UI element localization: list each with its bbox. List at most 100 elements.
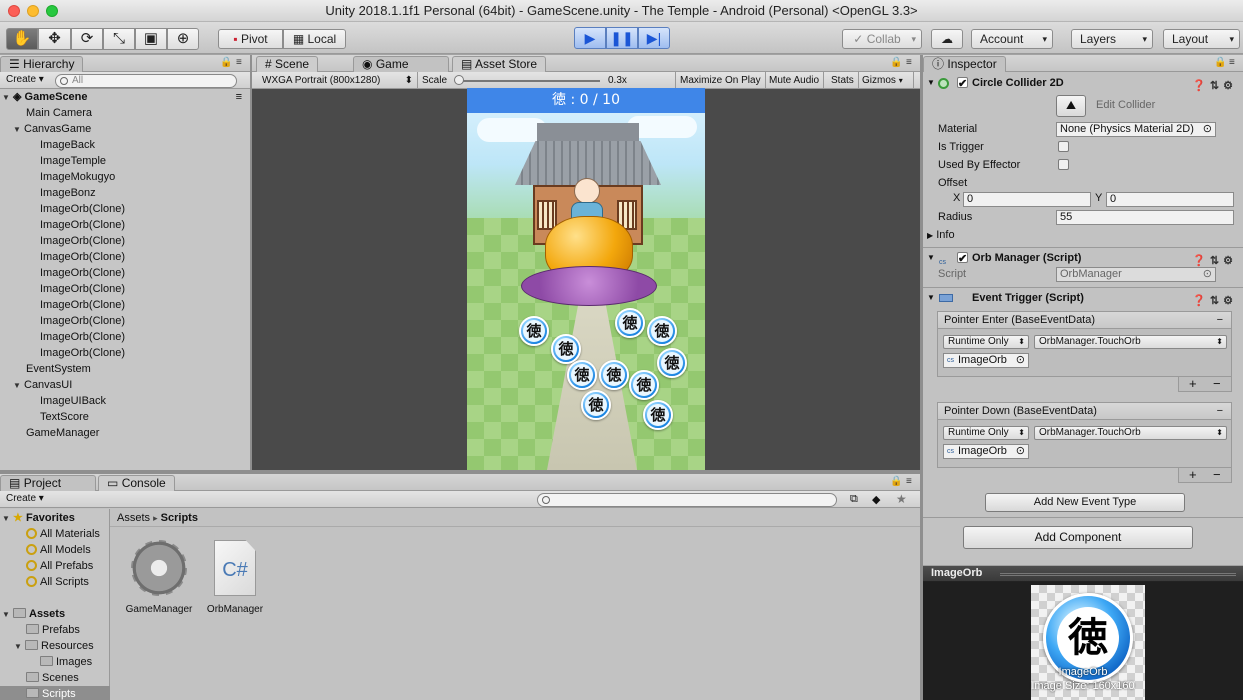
favorites-header[interactable]: ▼ ★ Favorites: [0, 510, 110, 526]
add-component-button[interactable]: Add Component: [963, 526, 1193, 549]
hierarchy-item[interactable]: ImageOrb(Clone): [0, 201, 248, 217]
scale-slider-handle[interactable]: [454, 75, 464, 85]
favorite-star-icon[interactable]: ★: [896, 492, 907, 506]
transform-tool-icon[interactable]: ⊕: [167, 28, 199, 50]
tab-console[interactable]: ▭ Console: [98, 475, 175, 491]
orb-button[interactable]: 徳: [599, 360, 629, 390]
project-menu-icon[interactable]: ≡: [906, 476, 912, 487]
hand-tool-icon[interactable]: ✋: [6, 28, 38, 50]
runtime-dropdown[interactable]: Runtime Only: [943, 426, 1029, 440]
gear-icon[interactable]: ⚙: [1223, 80, 1237, 92]
asset-folder-item[interactable]: Scripts: [0, 686, 110, 700]
hierarchy-item[interactable]: ImageOrb(Clone): [0, 233, 248, 249]
scene-root[interactable]: ▼ ◈ GameScene ≡: [0, 89, 248, 105]
used-by-effector-checkbox[interactable]: [1058, 159, 1069, 170]
hierarchy-item[interactable]: ImageOrb(Clone): [0, 345, 248, 361]
object-picker-icon[interactable]: ⊙: [1203, 123, 1212, 136]
hierarchy-item[interactable]: TextScore: [0, 409, 248, 425]
collab-dropdown[interactable]: ✓ Collab: [842, 29, 922, 49]
asset-folder-item[interactable]: Prefabs: [0, 622, 110, 638]
inspector-menu-icon[interactable]: ≡: [1229, 57, 1235, 68]
expand-arrow-icon[interactable]: ▼: [13, 122, 24, 138]
add-listener-icon[interactable]: +: [1189, 377, 1197, 391]
edit-collider-icon[interactable]: ⛰: [1056, 95, 1086, 117]
pivot-button[interactable]: ▪ Pivot: [218, 29, 283, 49]
orb-manager-enabled-checkbox[interactable]: ✔: [957, 252, 968, 265]
hierarchy-item[interactable]: ▼ CanvasUI: [0, 377, 248, 393]
splitter[interactable]: [0, 470, 920, 474]
hierarchy-item[interactable]: ImageUIBack: [0, 393, 248, 409]
orb-button[interactable]: 徳: [643, 400, 673, 430]
object-picker-icon[interactable]: ⊙: [1016, 445, 1025, 458]
project-search-input[interactable]: [537, 493, 837, 507]
filter-label-icon[interactable]: ◆: [872, 493, 880, 506]
tab-asset-store[interactable]: ▤ Asset Store: [452, 56, 547, 72]
favorite-item[interactable]: All Materials: [0, 526, 110, 542]
material-field[interactable]: None (Physics Material 2D) ⊙: [1056, 122, 1216, 137]
hierarchy-item[interactable]: ImageMokugyo: [0, 169, 248, 185]
orb-button[interactable]: 徳: [657, 348, 687, 378]
collapse-arrow-icon[interactable]: ▼: [927, 288, 935, 308]
splitter[interactable]: [250, 55, 252, 470]
splitter[interactable]: [920, 55, 923, 700]
hierarchy-item[interactable]: ImageOrb(Clone): [0, 265, 248, 281]
target-object-field[interactable]: cs ImageOrb ⊙: [943, 444, 1029, 459]
create-button[interactable]: Create ▾: [2, 73, 48, 87]
remove-event-icon[interactable]: −: [1217, 312, 1223, 329]
orb-button[interactable]: 徳: [615, 308, 645, 338]
function-dropdown[interactable]: OrbManager.TouchOrb: [1034, 426, 1227, 440]
gizmos-dropdown[interactable]: Gizmos ▾: [858, 72, 914, 89]
game-canvas[interactable]: 徳 : 0 / 10 徳徳徳徳徳徳徳徳徳徳: [467, 88, 705, 470]
add-new-event-type-button[interactable]: Add New Event Type: [985, 493, 1185, 512]
hierarchy-item[interactable]: ImageOrb(Clone): [0, 217, 248, 233]
object-picker-icon[interactable]: ⊙: [1016, 354, 1025, 367]
move-tool-icon[interactable]: ✥: [38, 28, 71, 50]
maximize-on-play-toggle[interactable]: Maximize On Play: [675, 72, 766, 89]
function-dropdown[interactable]: OrbManager.TouchOrb: [1034, 335, 1227, 349]
game-lock-icon[interactable]: 🔒: [890, 57, 902, 68]
preview-drag-handle[interactable]: [1000, 573, 1236, 576]
scene-menu-icon[interactable]: ≡: [236, 89, 242, 105]
remove-event-icon[interactable]: −: [1217, 403, 1223, 420]
account-dropdown[interactable]: Account: [971, 29, 1053, 49]
file-orbmanager[interactable]: C# OrbManager: [200, 540, 270, 620]
inspector-lock-icon[interactable]: 🔒: [1214, 57, 1226, 68]
orb-button[interactable]: 徳: [567, 360, 597, 390]
close-window-button[interactable]: [8, 5, 20, 17]
asset-folder-item[interactable]: Images: [0, 654, 110, 670]
expand-arrow-icon[interactable]: ▼: [2, 90, 13, 106]
tab-inspector[interactable]: ⓘ Inspector: [923, 56, 1006, 72]
tab-project[interactable]: ▤ Project: [0, 475, 96, 491]
remove-listener-icon[interactable]: −: [1213, 468, 1221, 482]
favorite-item[interactable]: All Scripts: [0, 574, 110, 590]
play-button[interactable]: ▶: [574, 27, 606, 49]
hierarchy-item[interactable]: ImageBonz: [0, 185, 248, 201]
resolution-dropdown[interactable]: WXGA Portrait (800x1280) ⬍: [258, 72, 418, 89]
orb-manager-header[interactable]: ▼ cs ✔ Orb Manager (Script) ❓⇅⚙: [923, 247, 1243, 267]
circle-collider-enabled-checkbox[interactable]: ✔: [957, 77, 968, 90]
hierarchy-item[interactable]: ImageOrb(Clone): [0, 313, 248, 329]
offset-y-field[interactable]: 0: [1106, 192, 1234, 207]
cloud-icon[interactable]: ☁: [931, 29, 963, 49]
remove-listener-icon[interactable]: −: [1213, 377, 1221, 391]
is-trigger-checkbox[interactable]: [1058, 141, 1069, 152]
orb-button[interactable]: 徳: [581, 390, 611, 420]
expand-arrow-icon[interactable]: ▼: [14, 639, 25, 655]
rect-tool-icon[interactable]: ▣: [135, 28, 167, 50]
hierarchy-item[interactable]: ImageOrb(Clone): [0, 297, 248, 313]
panel-menu-icon[interactable]: ≡: [236, 57, 242, 68]
event-trigger-header[interactable]: ▼ Event Trigger (Script) ❓⇅⚙: [923, 287, 1243, 307]
component-actions[interactable]: ❓⇅⚙: [1192, 76, 1237, 96]
hierarchy-item[interactable]: ImageOrb(Clone): [0, 249, 248, 265]
tab-scene[interactable]: # Scene: [256, 56, 319, 72]
scale-slider[interactable]: [456, 80, 600, 82]
preset-icon[interactable]: ⇅: [1210, 80, 1223, 92]
tab-game[interactable]: ◉ Game: [353, 56, 449, 72]
step-button[interactable]: ▶|: [638, 27, 670, 49]
assets-header[interactable]: ▼ Assets: [0, 606, 110, 622]
project-create-button[interactable]: Create ▾: [2, 492, 48, 506]
asset-folder-item[interactable]: ▼ Resources: [0, 638, 110, 654]
radius-field[interactable]: 55: [1056, 210, 1234, 225]
hierarchy-item[interactable]: ▼ CanvasGame: [0, 121, 248, 137]
hierarchy-item[interactable]: ImageOrb(Clone): [0, 329, 248, 345]
